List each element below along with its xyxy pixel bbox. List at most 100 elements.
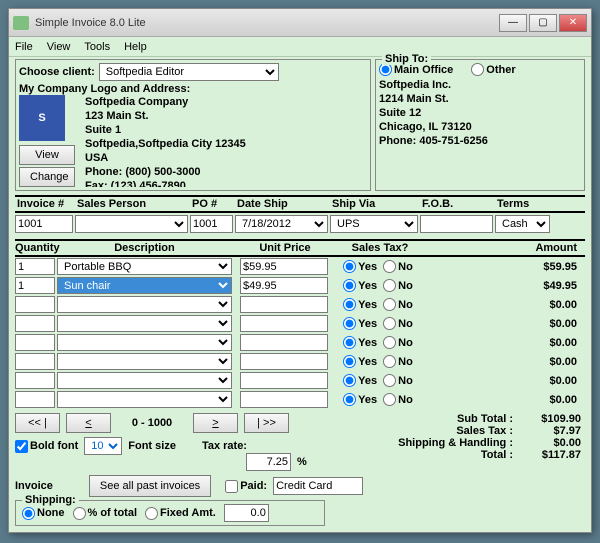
fob-input[interactable]: [420, 215, 493, 233]
choose-client-label: Choose client:: [19, 66, 95, 78]
qty-input[interactable]: [15, 258, 55, 275]
invoice-header-row: Invoice # Sales Person PO # Date Ship Sh…: [15, 195, 585, 213]
item-row: YesNo$0.00: [15, 352, 585, 371]
qty-input[interactable]: [15, 277, 55, 294]
item-row: Yes No $0.00: [15, 390, 585, 409]
qty-input[interactable]: [15, 296, 55, 313]
tax-no-radio[interactable]: No: [383, 372, 413, 389]
shipping-panel: Shipping: None % of total Fixed Amt.: [15, 500, 325, 526]
shipping-pct-radio[interactable]: % of total: [73, 504, 138, 522]
company-logo: S: [19, 95, 65, 141]
qty-input[interactable]: [15, 315, 55, 332]
unit-price-input[interactable]: [240, 334, 328, 351]
past-invoices-button[interactable]: See all past invoices: [89, 475, 211, 497]
amount-value: $49.95: [428, 280, 585, 292]
minimize-button[interactable]: —: [499, 14, 527, 32]
logo-address-label: My Company Logo and Address:: [19, 83, 367, 95]
invoice-number-input[interactable]: [15, 215, 73, 233]
shipping-none-radio[interactable]: None: [22, 504, 65, 522]
tax-yes-radio[interactable]: Yes: [343, 334, 377, 351]
tax-no-radio[interactable]: No: [383, 315, 413, 332]
shipto-other-radio[interactable]: Other: [471, 63, 515, 76]
sales-person-select[interactable]: [75, 215, 188, 233]
nav-last-button[interactable]: | >>: [244, 413, 289, 433]
menu-tools[interactable]: Tools: [84, 41, 110, 53]
salestax-value: $7.97: [521, 425, 581, 437]
description-select[interactable]: [57, 391, 232, 408]
unit-price-input[interactable]: [240, 296, 328, 313]
nav-first-button[interactable]: << |: [15, 413, 60, 433]
amount-value: $59.95: [428, 261, 585, 273]
bold-font-checkbox[interactable]: Bold font: [15, 440, 78, 453]
menu-view[interactable]: View: [47, 41, 71, 53]
amount-value: $0.00: [428, 337, 585, 349]
nav-prev-button[interactable]: <: [66, 413, 111, 433]
tax-yes-radio[interactable]: Yes: [343, 258, 377, 275]
company-address: Softpedia Company 123 Main St. Suite 1 S…: [85, 95, 246, 187]
item-row: Portable BBQ Yes No $59.95: [15, 257, 585, 276]
date-ship-select[interactable]: 7/18/2012: [235, 215, 328, 233]
tax-yes-radio[interactable]: Yes: [343, 277, 377, 294]
po-number-input[interactable]: [190, 215, 233, 233]
menu-file[interactable]: File: [15, 41, 33, 53]
ship-via-select[interactable]: UPS: [330, 215, 418, 233]
unit-price-input[interactable]: [240, 277, 328, 294]
shipping-fixed-radio[interactable]: Fixed Amt.: [145, 504, 216, 522]
font-size-select[interactable]: 10: [84, 437, 122, 455]
tax-no-radio[interactable]: No: [383, 353, 413, 370]
tax-no-radio[interactable]: No: [383, 277, 413, 294]
unit-price-input[interactable]: [240, 372, 328, 389]
shipto-address: Softpedia Inc. 1214 Main St. Suite 12 Ch…: [379, 78, 581, 148]
item-row: YesNo$0.00: [15, 314, 585, 333]
description-select[interactable]: Sun chair: [57, 277, 232, 294]
menubar: File View Tools Help: [9, 37, 591, 57]
tax-yes-radio[interactable]: Yes: [343, 372, 377, 389]
invoice-label: Invoice: [15, 480, 53, 492]
close-button[interactable]: ✕: [559, 14, 587, 32]
shipping-value: $0.00: [521, 437, 581, 449]
description-select[interactable]: [57, 296, 232, 313]
tax-rate-input[interactable]: [246, 453, 291, 471]
description-select[interactable]: [57, 353, 232, 370]
items-header: Quantity Description Unit Price Sales Ta…: [15, 239, 585, 257]
app-window: Simple Invoice 8.0 Lite — ▢ ✕ File View …: [8, 8, 592, 533]
tax-no-radio[interactable]: No: [383, 334, 413, 351]
unit-price-input[interactable]: [240, 315, 328, 332]
change-logo-button[interactable]: Change: [19, 167, 75, 187]
unit-price-input[interactable]: [240, 258, 328, 275]
amount-value: $0.00: [428, 394, 585, 406]
view-logo-button[interactable]: View: [19, 145, 75, 165]
unit-price-input[interactable]: [240, 391, 328, 408]
nav-next-button[interactable]: >: [193, 413, 238, 433]
qty-input[interactable]: [15, 372, 55, 389]
description-select[interactable]: [57, 315, 232, 332]
menu-help[interactable]: Help: [124, 41, 147, 53]
tax-yes-radio[interactable]: Yes: [343, 296, 377, 313]
client-select[interactable]: Softpedia Editor: [99, 63, 279, 81]
qty-input[interactable]: [15, 353, 55, 370]
description-select[interactable]: [57, 372, 232, 389]
terms-select[interactable]: Cash: [495, 215, 550, 233]
titlebar: Simple Invoice 8.0 Lite — ▢ ✕: [9, 9, 591, 37]
shipping-amount-input[interactable]: [224, 504, 269, 522]
shipto-panel: Ship To: Main Office Other Softpedia Inc…: [375, 59, 585, 191]
description-select[interactable]: [57, 334, 232, 351]
maximize-button[interactable]: ▢: [529, 14, 557, 32]
paid-checkbox[interactable]: Paid:: [225, 480, 267, 493]
invoice-values-row: 7/18/2012 UPS Cash: [15, 213, 585, 235]
tax-no-radio[interactable]: No: [383, 296, 413, 313]
item-row: YesNo$0.00: [15, 295, 585, 314]
qty-input[interactable]: [15, 334, 55, 351]
description-select[interactable]: Portable BBQ: [57, 258, 232, 275]
qty-input[interactable]: [15, 391, 55, 408]
tax-yes-radio[interactable]: Yes: [343, 391, 377, 408]
paid-method-input[interactable]: [273, 477, 363, 495]
shipto-label: Ship To:: [382, 53, 431, 65]
unit-price-input[interactable]: [240, 353, 328, 370]
tax-no-radio[interactable]: No: [383, 391, 413, 408]
tax-yes-radio[interactable]: Yes: [343, 353, 377, 370]
tax-no-radio[interactable]: No: [383, 258, 413, 275]
item-row: Sun chair Yes No $49.95: [15, 276, 585, 295]
amount-value: $0.00: [428, 375, 585, 387]
tax-yes-radio[interactable]: Yes: [343, 315, 377, 332]
